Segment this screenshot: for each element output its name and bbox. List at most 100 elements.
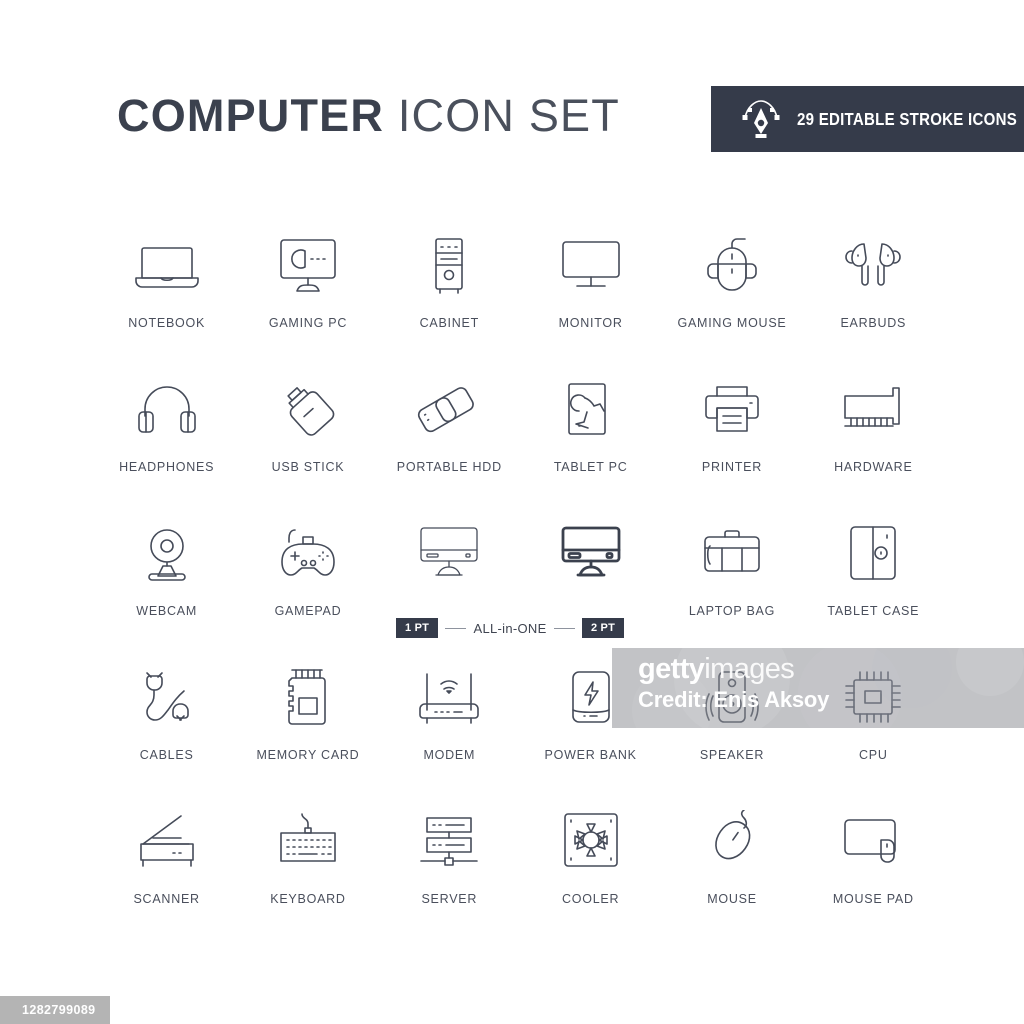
icon-label: MONITOR (558, 316, 623, 330)
icon-label: TABLET CASE (827, 604, 920, 618)
cables-icon (131, 654, 203, 740)
connector-line-right (553, 627, 575, 629)
editable-stroke-badge: 29 EDITABLE STROKE ICONS (711, 86, 1024, 152)
icon-label: KEYBOARD (270, 892, 346, 906)
icon-label: MODEM (423, 748, 476, 762)
gaming-mouse-icon (696, 222, 768, 308)
icon-label: USB STICK (271, 460, 345, 474)
usb-stick-icon (272, 366, 344, 452)
stroke-weight-comparison: 1 PT ALL-in-ONE 2 PT (396, 617, 625, 639)
icon-cell-printer[interactable]: PRINTER (661, 366, 802, 510)
gaming-pc-icon (272, 222, 344, 308)
icon-label: PORTABLE HDD (396, 460, 502, 474)
getty-logo-light: images (704, 653, 795, 685)
icon-cell-cabinet[interactable]: CABINET (379, 222, 520, 366)
icon-label: WEBCAM (136, 604, 198, 618)
icon-cell-gamepad[interactable]: GAMEPAD (237, 510, 378, 654)
icon-cell-memory-card[interactable]: MEMORY CARD (237, 654, 378, 798)
image-id-bar: 1282799089 (0, 996, 110, 1024)
server-icon (413, 798, 485, 884)
icon-label: GAMEPAD (274, 604, 342, 618)
page-title-strong: COMPUTER (117, 90, 385, 141)
cabinet-icon (413, 222, 485, 308)
earbuds-icon (837, 222, 909, 308)
mouse-icon (696, 798, 768, 884)
webcam-icon (131, 510, 203, 596)
icon-cell-tablet-pc[interactable]: TABLET PC (520, 366, 661, 510)
icon-label: NOTEBOOK (128, 316, 206, 330)
icon-label: HARDWARE (834, 460, 913, 474)
cooler-icon (555, 798, 627, 884)
icon-label: SCANNER (133, 892, 200, 906)
icon-cell-tablet-case[interactable]: TABLET CASE (803, 510, 944, 654)
mouse-pad-icon (837, 798, 909, 884)
icon-label: COOLER (562, 892, 620, 906)
icon-label: LAPTOP BAG (688, 604, 776, 618)
page-title-light: ICON SET (397, 90, 620, 141)
icon-cell-server[interactable]: SERVER (379, 798, 520, 942)
printer-icon (696, 366, 768, 452)
tablet-pc-icon (555, 366, 627, 452)
notebook-icon (131, 222, 203, 308)
icon-cell-hardware[interactable]: HARDWARE (803, 366, 944, 510)
page-title: COMPUTER ICON SET (117, 88, 620, 144)
getty-watermark: gettyimages Credit: Enis Aksoy (612, 648, 1024, 728)
stroke-1pt-badge: 1 PT (396, 618, 439, 638)
icon-cell-earbuds[interactable]: EARBUDS (803, 222, 944, 366)
monitor-icon (555, 222, 627, 308)
icon-label: TABLET PC (553, 460, 628, 474)
icon-cell-cables[interactable]: CABLES (96, 654, 237, 798)
icon-label: EARBUDS (840, 316, 907, 330)
image-id: 1282799089 (22, 1003, 96, 1017)
icon-label: MOUSE PAD (832, 892, 914, 906)
icon-cell-portable-hdd[interactable]: PORTABLE HDD (379, 366, 520, 510)
icon-label: GAMING MOUSE (677, 316, 787, 330)
icon-label: CPU (858, 748, 888, 762)
laptop-bag-icon (696, 510, 768, 596)
memory-card-icon (272, 654, 344, 740)
hardware-icon (837, 366, 909, 452)
icon-label: SPEAKER (699, 748, 765, 762)
portable-hdd-icon (413, 366, 485, 452)
all-in-one-1pt-icon (413, 510, 485, 596)
icon-cell-laptop-bag[interactable]: LAPTOP BAG (661, 510, 802, 654)
icon-cell-usb-stick[interactable]: USB STICK (237, 366, 378, 510)
all-in-one-2pt-icon (555, 510, 627, 596)
icon-label: CABINET (419, 316, 480, 330)
watermark-text: gettyimages Credit: Enis Aksoy (638, 654, 829, 712)
icon-cell-headphones[interactable]: HEADPHONES (96, 366, 237, 510)
icon-label: HEADPHONES (119, 460, 215, 474)
tablet-case-icon (837, 510, 909, 596)
getty-logo: gettyimages (638, 654, 829, 684)
icon-label: MOUSE (707, 892, 757, 906)
icon-label: MEMORY CARD (256, 748, 360, 762)
connector-line-left (445, 627, 467, 629)
stroke-2pt-badge: 2 PT (581, 618, 625, 638)
icon-cell-mouse-pad[interactable]: MOUSE PAD (803, 798, 944, 942)
icon-label: POWER BANK (544, 748, 637, 762)
icon-cell-webcam[interactable]: WEBCAM (96, 510, 237, 654)
getty-logo-bold: getty (638, 653, 705, 685)
gamepad-icon (272, 510, 344, 596)
icon-grid: NOTEBOOK GAMING PC CABINET MONITOR GAMIN… (96, 222, 944, 942)
pen-tool-icon (739, 98, 783, 140)
keyboard-icon (272, 798, 344, 884)
credit-line: Credit: Enis Aksoy (638, 687, 830, 713)
icon-cell-notebook[interactable]: NOTEBOOK (96, 222, 237, 366)
icon-cell-scanner[interactable]: SCANNER (96, 798, 237, 942)
headphones-icon (131, 366, 203, 452)
icon-label: CABLES (139, 748, 194, 762)
modem-icon (413, 654, 485, 740)
icon-cell-keyboard[interactable]: KEYBOARD (237, 798, 378, 942)
icon-cell-cooler[interactable]: COOLER (520, 798, 661, 942)
icon-cell-monitor[interactable]: MONITOR (520, 222, 661, 366)
icon-set-poster: COMPUTER ICON SET 29 EDITABLE STROKE ICO… (0, 0, 1024, 1024)
icon-cell-mouse[interactable]: MOUSE (661, 798, 802, 942)
all-in-one-label: ALL-in-ONE (473, 620, 547, 636)
editable-stroke-badge-label: 29 EDITABLE STROKE ICONS (797, 108, 1017, 129)
icon-label: PRINTER (701, 460, 763, 474)
icon-label: GAMING PC (268, 316, 348, 330)
icon-cell-gaming-mouse[interactable]: GAMING MOUSE (661, 222, 802, 366)
icon-cell-modem[interactable]: MODEM (379, 654, 520, 798)
icon-cell-gaming-pc[interactable]: GAMING PC (237, 222, 378, 366)
